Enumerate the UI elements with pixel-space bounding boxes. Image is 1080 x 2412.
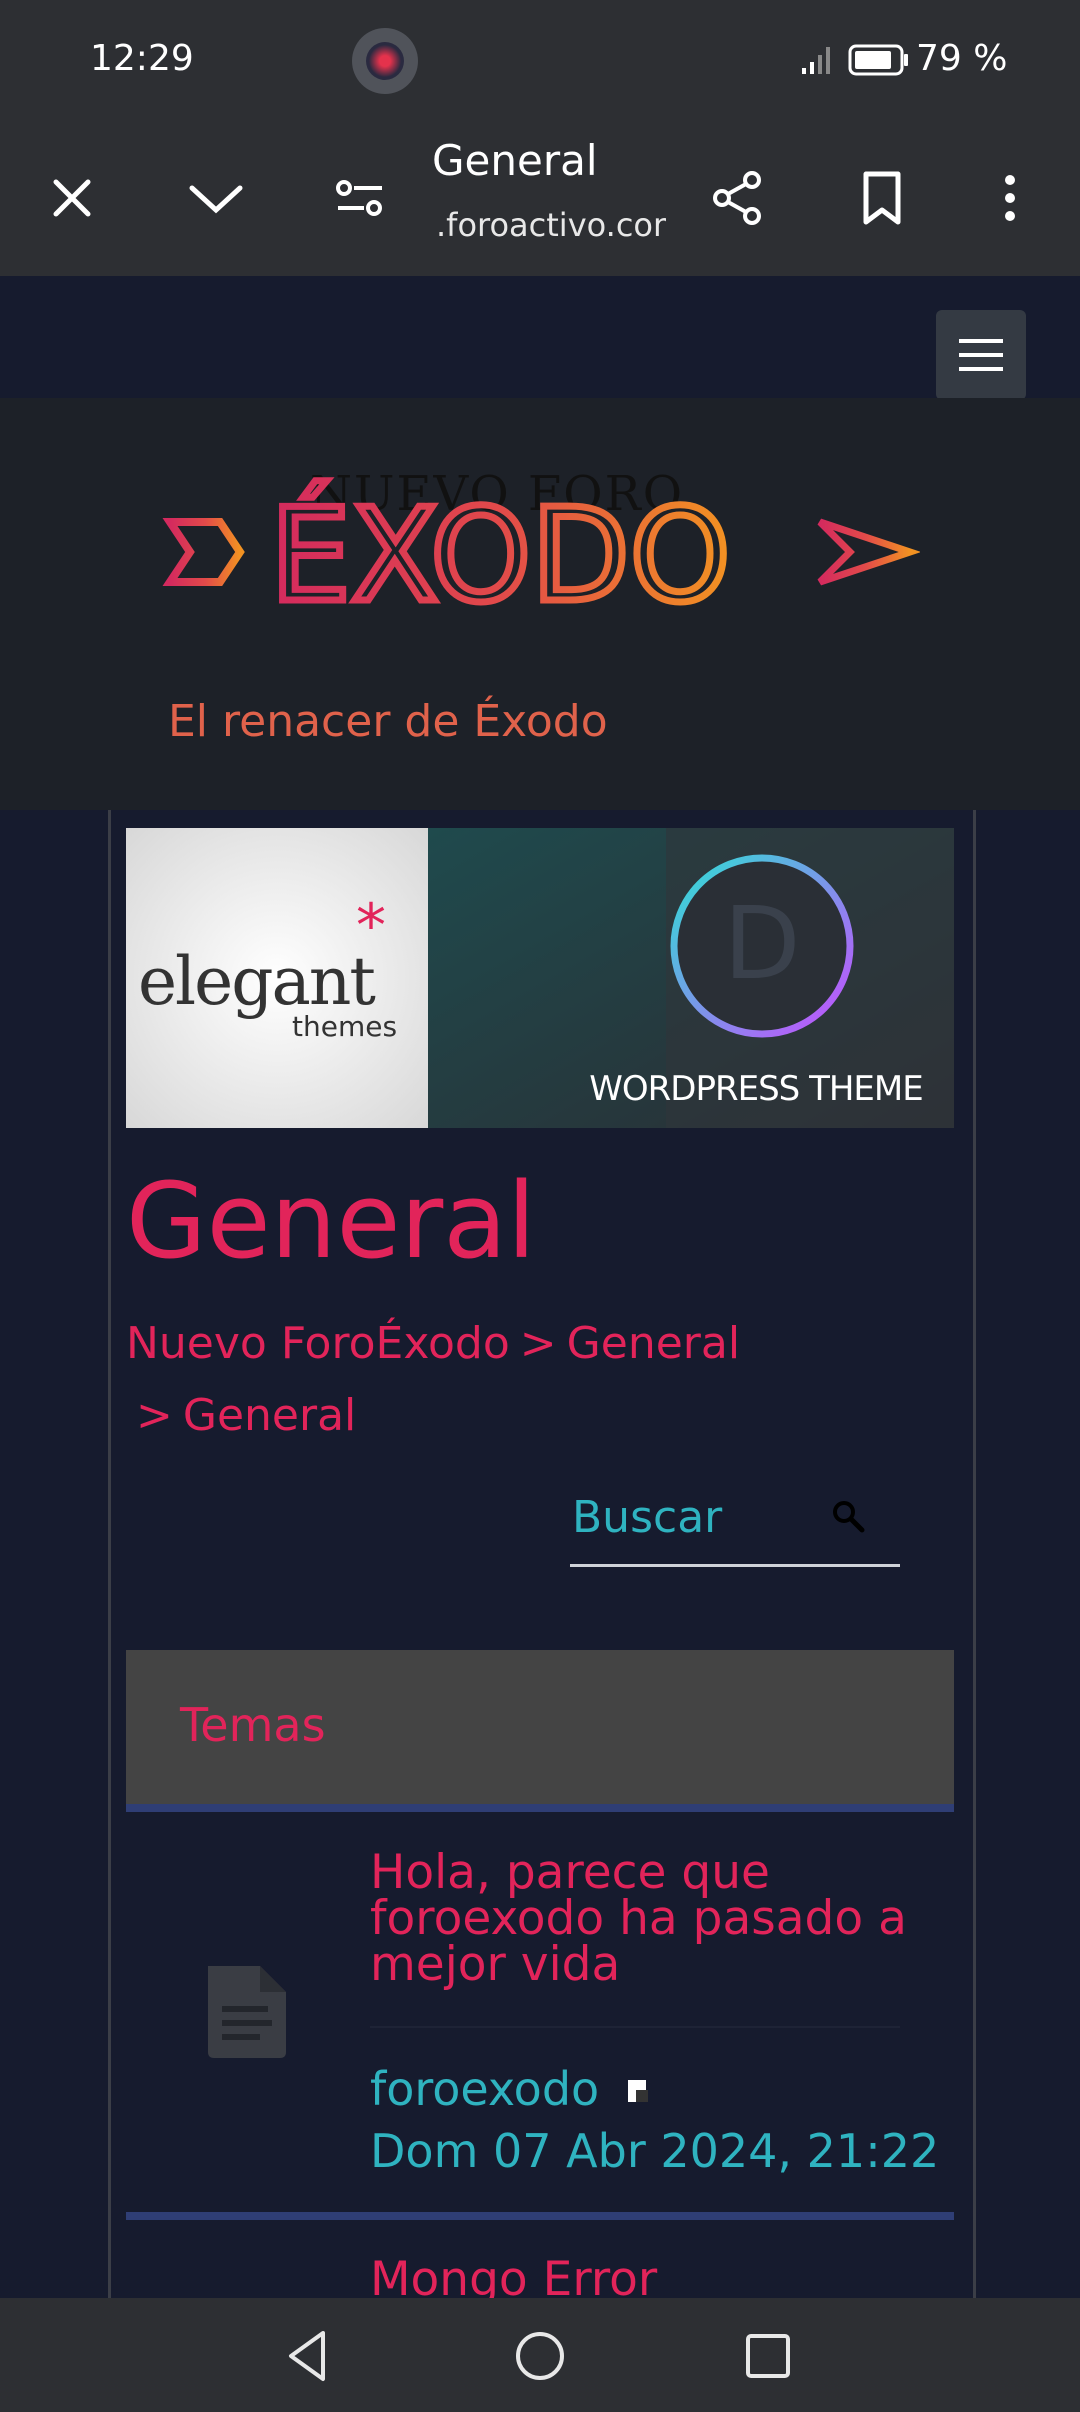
search-input[interactable]	[570, 1486, 834, 1548]
topic-document-icon	[208, 1966, 286, 2058]
banner-wordpress-text: WORDPRESS THEME	[589, 1069, 922, 1109]
bookmark-button[interactable]	[846, 162, 918, 234]
topics-header-label: Temas	[180, 1698, 326, 1752]
signal-icon	[802, 47, 830, 74]
back-button[interactable]	[276, 2324, 340, 2388]
share-icon	[713, 171, 761, 225]
hamburger-menu-button[interactable]	[936, 310, 1026, 400]
banner-d-letter: D	[723, 885, 800, 1002]
hamburger-icon	[959, 339, 1003, 371]
topic-title-link[interactable]: Hola, parece que foroexodo ha pasado a m…	[370, 1849, 930, 1988]
back-triangle-icon	[289, 2331, 325, 2381]
breadcrumb: Nuevo ForoÉxodo > General > General	[126, 1308, 946, 1452]
more-options-button[interactable]	[974, 162, 1046, 234]
recents-button[interactable]	[736, 2324, 800, 2388]
home-circle-icon	[516, 2332, 564, 2380]
more-vert-icon	[1005, 175, 1015, 221]
page-title: General	[126, 1160, 536, 1282]
browser-toolbar: General .foroactivo.com	[0, 124, 1080, 276]
search-icon[interactable]	[830, 1498, 866, 1534]
site-tagline: El renacer de Éxodo	[168, 696, 608, 747]
system-navigation-bar	[0, 2298, 1080, 2412]
breadcrumb-separator: >	[519, 1318, 557, 1369]
close-icon	[53, 179, 91, 217]
breadcrumb-separator: >	[136, 1390, 173, 1441]
minimize-button[interactable]	[180, 162, 252, 234]
bookmark-icon	[863, 171, 901, 225]
svg-text:ÉXODO: ÉXODO	[270, 481, 730, 620]
browser-url[interactable]: .foroactivo.com	[436, 206, 666, 244]
topic-author-link[interactable]: foroexodo	[370, 2062, 599, 2116]
site-nav-band	[0, 276, 1080, 398]
home-button[interactable]	[508, 2324, 572, 2388]
battery-icon	[848, 44, 908, 76]
topics-header: Temas	[126, 1650, 954, 1812]
advertisement-banner[interactable]: elegant * themes D WORDPRESS THEME	[126, 828, 954, 1128]
breadcrumb-link-category[interactable]: General	[567, 1318, 740, 1369]
share-button[interactable]	[702, 162, 774, 234]
page-settings-button[interactable]	[324, 162, 396, 234]
topic-row: Hola, parece que foroexodo ha pasado a m…	[126, 1812, 954, 2220]
banner-themes-text: themes	[292, 1010, 397, 1043]
topic-date: Dom 07 Abr 2024, 21:22	[370, 2124, 940, 2178]
recents-square-icon	[746, 2334, 790, 2378]
last-post-icon[interactable]	[626, 2078, 650, 2104]
browser-page-title: General	[432, 136, 598, 185]
site-logo[interactable]: NUEVO FORO ÉXODO	[160, 460, 920, 620]
close-tab-button[interactable]	[36, 162, 108, 234]
breadcrumb-link-forum[interactable]: General	[183, 1390, 356, 1441]
chevron-down-icon	[189, 185, 243, 214]
banner-elegant-text: elegant	[138, 943, 375, 1020]
topic-divider	[370, 2026, 900, 2028]
page-settings-icon	[336, 180, 382, 216]
status-bar: 12:29 79 %	[0, 0, 1080, 124]
svg-text:*: *	[356, 891, 386, 961]
breadcrumb-link-home[interactable]: Nuevo ForoÉxodo	[126, 1318, 510, 1369]
notification-app-icon	[352, 28, 418, 94]
search-box	[570, 1480, 900, 1567]
status-time: 12:29	[90, 38, 194, 79]
battery-percent: 79 %	[916, 38, 1008, 79]
